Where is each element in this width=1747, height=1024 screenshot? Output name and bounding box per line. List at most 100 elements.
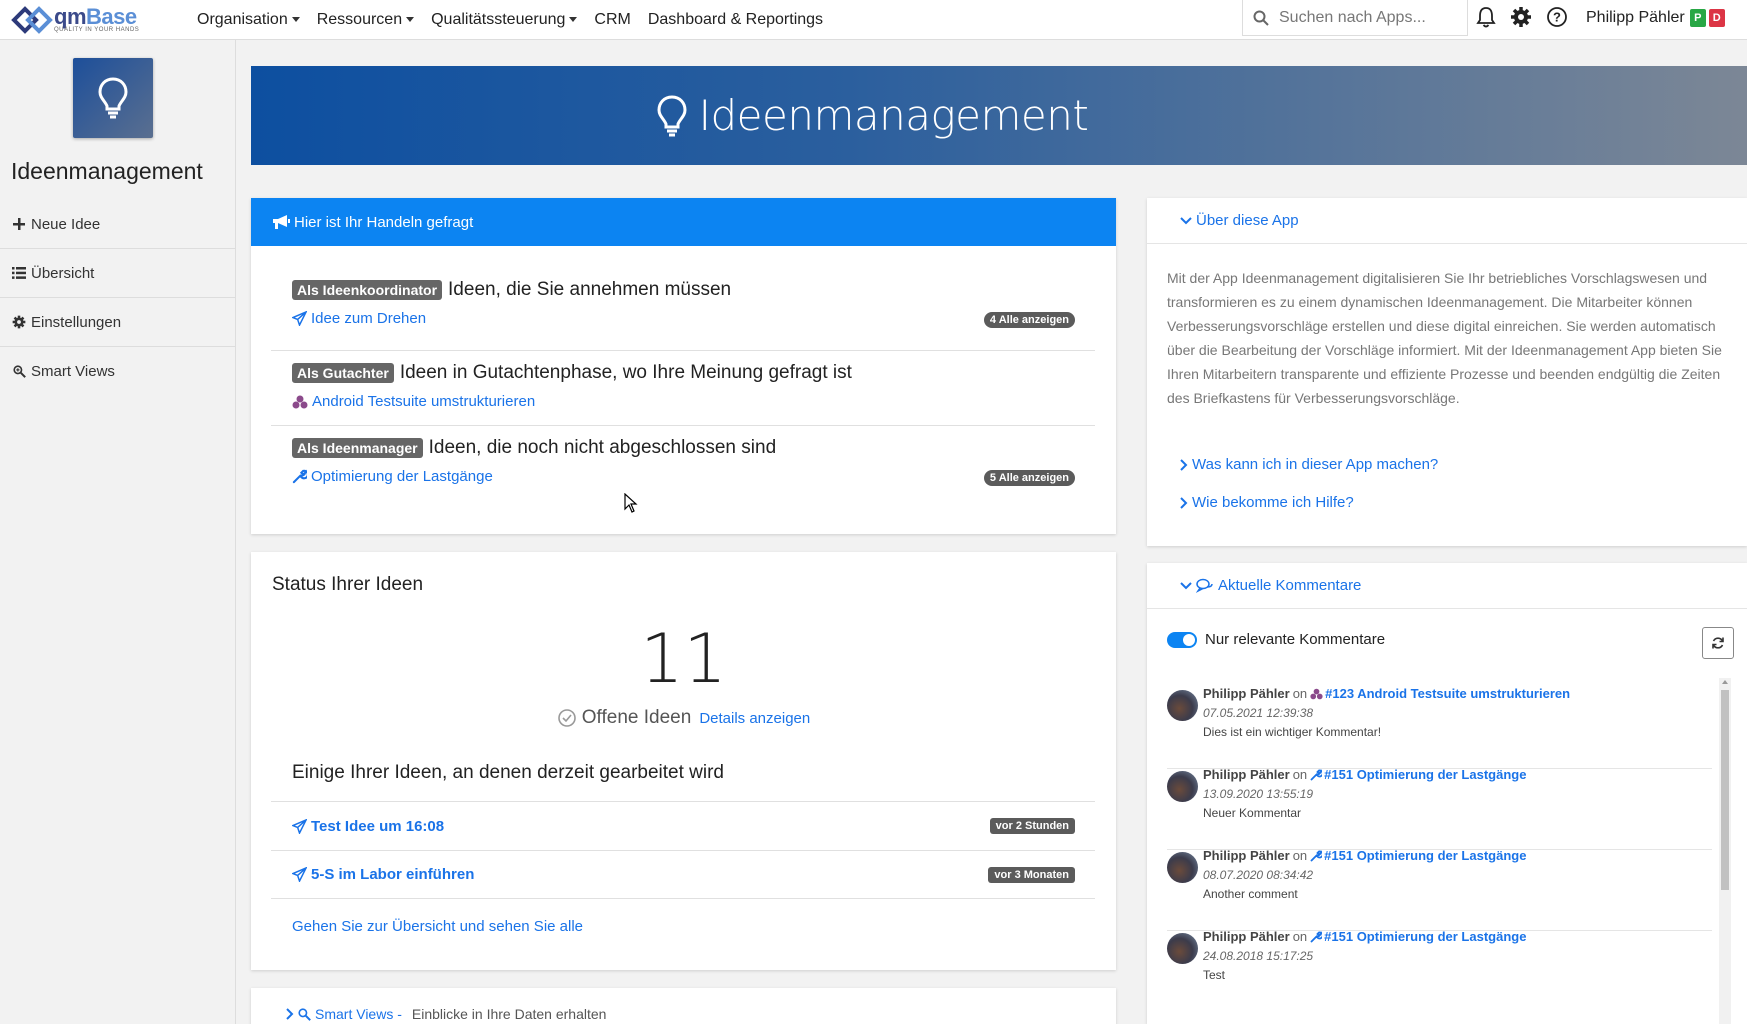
nav-organisation-label: Organisation	[197, 10, 288, 28]
comments-card: Aktuelle Kommentare Nur relevante Kommen…	[1147, 563, 1747, 1024]
search-input[interactable]	[1279, 8, 1449, 27]
task-link-label: Optimierung der Lastgänge	[311, 468, 493, 485]
brand-name-qm: qm	[54, 3, 87, 29]
check-circle-icon	[557, 709, 576, 727]
comment-item: Philipp Pähler on #151 Optimierung der L…	[1167, 840, 1712, 931]
comment-author: Philipp Pähler	[1203, 686, 1290, 701]
comments-header: Aktuelle Kommentare	[1218, 577, 1362, 594]
caret-down-icon	[569, 17, 578, 22]
refresh-icon	[1712, 637, 1724, 649]
task-gutachter: Als Gutachter Ideen in Gutachtenphase, w…	[271, 351, 1095, 426]
zoom-icon	[298, 1007, 311, 1021]
nav-qualitaetssteuerung[interactable]: Qualitätssteuerung	[431, 11, 578, 29]
comment-date: 24.08.2018 15:17:25	[1203, 949, 1314, 963]
about-text: Mit der App Ideenmanagement digitalisier…	[1167, 270, 1722, 406]
wrench-icon	[292, 469, 307, 484]
user-menu[interactable]: Philipp Pähler P D	[1586, 9, 1725, 27]
chevron-down-icon	[1180, 581, 1192, 589]
app-banner: Ideenmanagement	[251, 66, 1747, 165]
wrench-icon	[1310, 930, 1323, 942]
relevant-comments-toggle[interactable]	[1167, 631, 1197, 648]
task-link-label: Idee zum Drehen	[311, 310, 427, 327]
task-title: Ideen in Gutachtenphase, wo Ihre Meinung…	[399, 362, 852, 383]
avatar	[1167, 933, 1198, 964]
chevron-right-icon	[1180, 458, 1188, 471]
comment-item: Philipp Pähler on #151 Optimierung der L…	[1167, 759, 1712, 850]
banner-title: Ideenmanagement	[698, 91, 1089, 140]
action-card-title: Hier ist Ihr Handeln gefragt	[294, 213, 474, 231]
idea-title: 5-S im Labor einführen	[311, 866, 475, 883]
nav-ressourcen-label: Ressourcen	[316, 10, 403, 28]
qmbase-logo-mark-icon	[11, 5, 53, 34]
caret-down-icon	[406, 17, 415, 22]
details-link[interactable]: Details anzeigen	[699, 710, 810, 727]
faq-what-can-i-do[interactable]: Was kann ich in dieser App machen?	[1180, 456, 1438, 473]
idea-link[interactable]: Test Idee um 16:08	[292, 818, 444, 835]
mouse-cursor-icon	[624, 493, 638, 513]
sidebar-item-smart-views[interactable]: Smart Views	[0, 347, 236, 396]
comment-ref-link[interactable]: #151 Optimierung der Lastgänge	[1310, 848, 1526, 863]
cubes-icon	[1310, 688, 1323, 699]
task-link[interactable]: Idee zum Drehen	[292, 310, 426, 327]
task-link[interactable]: Android Testsuite umstrukturieren	[292, 393, 535, 410]
relevant-comments-row: Nur relevante Kommentare	[1167, 631, 1385, 648]
help-icon[interactable]: ?	[1546, 6, 1568, 28]
count-value: 4	[989, 314, 997, 326]
idea-link[interactable]: 5-S im Labor einführen	[292, 866, 474, 883]
comment-date: 08.07.2020 08:34:42	[1203, 868, 1314, 882]
comment-on: on	[1292, 686, 1308, 701]
sidebar-item-label: Smart Views	[31, 363, 115, 380]
comments-toggle[interactable]: Aktuelle Kommentare	[1147, 563, 1747, 609]
comment-ref-link[interactable]: #151 Optimierung der Lastgänge	[1310, 929, 1526, 944]
app-icon	[73, 58, 153, 138]
task-title: Ideen, die Sie annehmen müssen	[448, 279, 732, 300]
show-all-badge[interactable]: 4 Alle anzeigen	[983, 312, 1075, 328]
show-all-badge[interactable]: 5 Alle anzeigen	[983, 470, 1075, 486]
comment-author: Philipp Pähler	[1203, 767, 1290, 782]
wrench-icon	[1310, 849, 1323, 861]
comment-text: Neuer Kommentar	[1203, 806, 1302, 820]
zoom-icon	[11, 365, 27, 378]
scrollbar-thumb[interactable]	[1721, 690, 1729, 890]
comment-on: on	[1292, 767, 1308, 782]
nav-crm[interactable]: CRM	[594, 11, 630, 29]
sidebar-item-uebersicht[interactable]: Übersicht	[0, 249, 236, 298]
avatar	[1167, 690, 1198, 721]
wrench-icon	[1310, 768, 1323, 780]
chevron-down-icon	[1180, 216, 1192, 224]
gear-icon[interactable]	[1510, 6, 1532, 28]
comment-date: 07.05.2021 12:39:38	[1203, 706, 1314, 720]
task-link[interactable]: Optimierung der Lastgänge	[292, 468, 493, 485]
overview-link[interactable]: Gehen Sie zur Übersicht und sehen Sie al…	[292, 918, 583, 935]
chevron-right-icon	[1180, 496, 1188, 509]
bell-icon[interactable]	[1476, 6, 1496, 28]
comment-ref-link[interactable]: #123 Android Testsuite umstrukturieren	[1310, 686, 1570, 701]
nav-ressourcen[interactable]: Ressourcen	[316, 10, 415, 29]
nav-organisation[interactable]: Organisation	[197, 11, 300, 29]
sidebar-item-einstellungen[interactable]: Einstellungen	[0, 298, 236, 347]
about-toggle[interactable]: Über diese App	[1147, 198, 1747, 244]
paper-plane-icon	[292, 311, 307, 326]
time-badge: vor 3 Monaten	[988, 866, 1075, 883]
comment-text: Another comment	[1203, 887, 1298, 901]
search-icon	[1253, 10, 1269, 26]
idea-title: Test Idee um 16:08	[311, 817, 445, 835]
count-label: Alle anzeigen	[998, 472, 1069, 484]
faq-get-help[interactable]: Wie bekomme ich Hilfe?	[1180, 494, 1354, 511]
avatar	[1167, 771, 1198, 802]
lightbulb-icon	[657, 94, 687, 136]
nav-dashboard-reportings[interactable]: Dashboard & Reportings	[648, 11, 823, 29]
comments-scrollbar[interactable]	[1719, 678, 1731, 1024]
task-ideenkoordinator: Als Ideenkoordinator Ideen, die Sie anne…	[271, 268, 1095, 351]
comment-ref-link[interactable]: #151 Optimierung der Lastgänge	[1310, 767, 1526, 782]
task-title: Ideen, die noch nicht abgeschlossen sind	[428, 437, 777, 458]
list-icon	[11, 267, 27, 279]
sidebar-item-neue-idee[interactable]: Neue Idee	[0, 200, 236, 249]
task-ideenmanager: Als Ideenmanager Ideen, die noch nicht a…	[271, 426, 1095, 514]
comment-text: Dies ist ein wichtiger Kommentar!	[1203, 725, 1382, 739]
qmbase-logo[interactable]: qmBase QUALITY IN YOUR HANDS	[10, 5, 170, 35]
idea-row: 5-S im Labor einführen vor 3 Monaten	[271, 850, 1095, 899]
cubes-icon	[292, 395, 308, 409]
smart-views-toggle[interactable]: Smart Views - Einblicke in Ihre Daten er…	[286, 1006, 606, 1022]
refresh-button[interactable]	[1702, 627, 1734, 659]
